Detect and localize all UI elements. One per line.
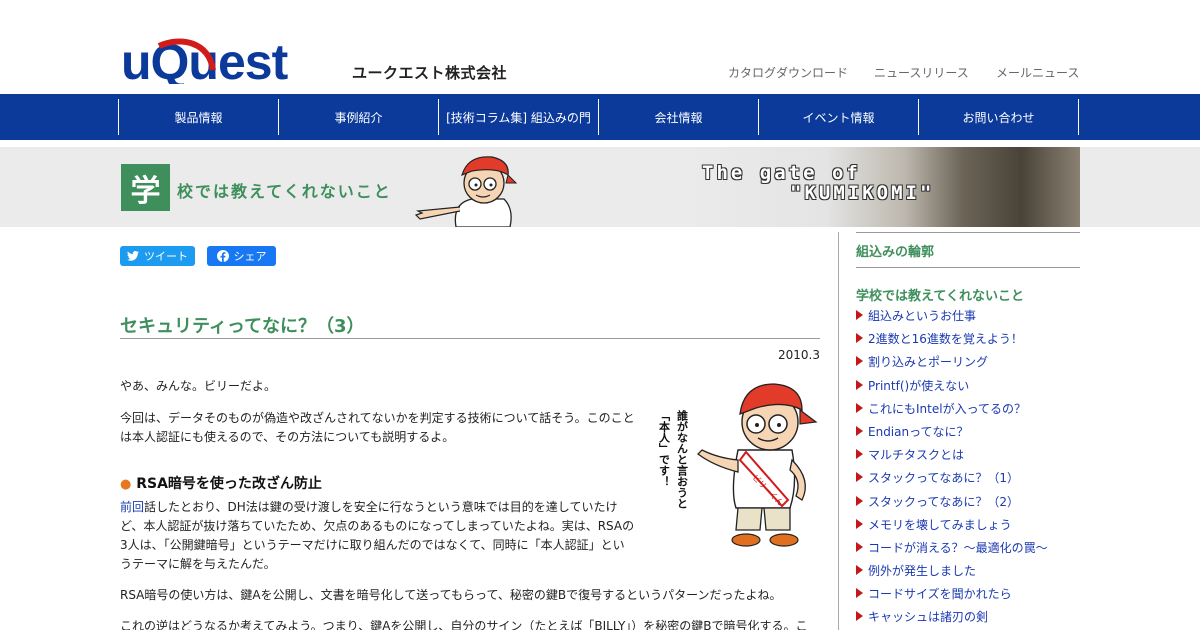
sidebar-item-9[interactable]: スタックってなあに？（2） xyxy=(856,493,1019,509)
sidebar-item-label: これにもIntelが入ってるの？ xyxy=(868,401,1026,416)
paragraph-rsa-line1: 前回話したとおり、DH法は鍵の受け渡しを安全に行なうという意味では目的を達してい… xyxy=(120,498,617,517)
mail-news-link[interactable]: メールニュース xyxy=(996,64,1079,81)
sidebar-item-12[interactable]: 例外が発生しました xyxy=(856,562,976,578)
sidebar-item-label: 2進数と16進数を覚えよう！ xyxy=(868,331,1023,346)
sidebar-heading[interactable]: 組込みの輪郭 xyxy=(856,241,934,260)
nav-case-studies[interactable]: 事例紹介 xyxy=(278,99,438,135)
svg-text:uQuest: uQuest xyxy=(121,34,289,84)
sidebar-item-label: メモリを壊してみましょう xyxy=(868,517,1012,532)
red-triangle-icon xyxy=(856,380,863,390)
char-caption-1: 誰がなんと言おうと xyxy=(676,409,689,509)
paragraph-intro-line1: 今回は、データそのものが偽造や改ざんされてないかを判定する技術について話そう。こ… xyxy=(120,411,635,425)
sidebar-item-10[interactable]: メモリを壊してみましょう xyxy=(856,516,1012,532)
gate-line-1: The gate of xyxy=(702,162,861,184)
nav-divider xyxy=(1078,99,1079,135)
paragraph-intro-line2: は本人認証にも使えるので、その方法についても説明するよ。 xyxy=(120,430,455,444)
sidebar-item-3[interactable]: 割り込みとポーリング xyxy=(856,353,988,369)
facebook-icon xyxy=(216,250,229,262)
red-triangle-icon xyxy=(856,588,863,598)
nav-events[interactable]: イベント情報 xyxy=(758,99,918,135)
section-heading: ● RSA暗号を使った改ざん防止 xyxy=(120,473,322,493)
red-triangle-icon xyxy=(856,449,863,459)
nav-tech-column[interactable]: [技術コラム集] 組込みの門 xyxy=(438,99,598,135)
billy-character-illustration: 誰がなんと言おうと 「本人」です！ ビリーくん xyxy=(658,383,818,547)
red-triangle-icon xyxy=(856,333,863,343)
uquest-logo[interactable]: uQuest xyxy=(121,32,327,84)
orange-bullet-icon: ● xyxy=(120,477,132,492)
red-triangle-icon xyxy=(856,542,863,552)
news-release-link[interactable]: ニュースリリース xyxy=(874,64,969,81)
sidebar-item-label: スタックってなあに？（1） xyxy=(868,470,1020,485)
red-triangle-icon xyxy=(856,472,863,482)
article-date: 2010.3 xyxy=(778,348,820,362)
nav-contact[interactable]: お問い合わせ xyxy=(918,99,1078,135)
red-triangle-icon xyxy=(856,496,863,506)
sidebar-item-label: キャッシュは諸刃の剣 xyxy=(868,609,989,624)
sidebar-item-4[interactable]: Printf()が使えない xyxy=(856,377,969,393)
sidebar-divider xyxy=(838,232,839,630)
facebook-share-button[interactable]: シェア xyxy=(207,246,276,266)
nav-company[interactable]: 会社情報 xyxy=(598,99,758,135)
title-divider xyxy=(120,338,820,339)
tweet-button[interactable]: ツイート xyxy=(120,246,195,266)
red-triangle-icon xyxy=(856,403,863,413)
section-heading-text: RSA暗号を使った改ざん防止 xyxy=(136,476,322,492)
red-triangle-icon xyxy=(856,565,863,575)
sidebar-item-5[interactable]: これにもIntelが入ってるの？ xyxy=(856,400,1026,416)
kumikomi-gate-image: The gate of "KUMIKOMI" xyxy=(690,147,1080,227)
red-triangle-icon xyxy=(856,519,863,529)
sidebar-item-label: 組込みというお仕事 xyxy=(868,308,977,323)
gate-line-2: "KUMIKOMI" xyxy=(790,182,935,204)
billy-pointing-illustration xyxy=(414,156,517,227)
section-banner: 学 校では教えてくれないこと The gate of "KUMIKOMI" xyxy=(0,147,1200,227)
red-triangle-icon xyxy=(856,356,863,366)
global-nav: 製品情報 事例紹介 [技術コラム集] 組込みの門 会社情報 イベント情報 お問い… xyxy=(0,94,1200,140)
sidebar-subheading[interactable]: 学校では教えてくれないこと xyxy=(856,285,1024,304)
sidebar-item-1[interactable]: 組込みというお仕事 xyxy=(856,307,976,323)
banner-title: 校では教えてくれないこと xyxy=(177,182,392,201)
sidebar-rule-top xyxy=(856,232,1080,233)
sidebar-item-label: コードサイズを聞かれたら xyxy=(868,586,1012,601)
share-label: シェア xyxy=(233,250,267,263)
red-triangle-icon xyxy=(856,426,863,436)
sidebar-item-6[interactable]: Endianってなに？ xyxy=(856,423,969,439)
sidebar-item-2[interactable]: 2進数と16進数を覚えよう！ xyxy=(856,330,1023,346)
sidebar-rule-bottom xyxy=(856,267,1080,268)
banner-square: 学 xyxy=(121,164,170,211)
paragraph-rsa-usage: RSA暗号の使い方は、鍵Aを公開し、文書を暗号化して送ってもらって、秘密の鍵Bで… xyxy=(120,588,782,602)
paragraph-rsa-line2: ど、本人認証が抜け落ちていたため、欠点のあるものになってしまっていたよね。実は、… xyxy=(120,519,635,533)
article-title: セキュリティってなに？（3） xyxy=(120,316,365,337)
sidebar-item-label: マルチタスクとは xyxy=(868,447,965,462)
paragraph-reverse: これの逆はどうなるか考えてみよう。つまり、鍵Aを公開し、自分のサイン（たとえば「… xyxy=(120,619,808,630)
sidebar-item-label: コードが消える？～最適化の罠～ xyxy=(868,540,1048,555)
sidebar-item-11[interactable]: コードが消える？～最適化の罠～ xyxy=(856,539,1048,555)
red-triangle-icon xyxy=(856,611,863,621)
sidebar-item-14[interactable]: キャッシュは諸刃の剣 xyxy=(856,608,988,624)
nav-products[interactable]: 製品情報 xyxy=(118,99,278,135)
sidebar-item-7[interactable]: マルチタスクとは xyxy=(856,446,964,462)
paragraph-rsa-line1-text: 話したとおり、DH法は鍵の受け渡しを安全に行なうという意味では目的を達していたけ xyxy=(144,500,618,514)
sidebar-item-13[interactable]: コードサイズを聞かれたら xyxy=(856,585,1012,601)
sidebar-item-8[interactable]: スタックってなあに？（1） xyxy=(856,469,1019,485)
sidebar-item-label: Endianってなに？ xyxy=(868,424,969,439)
paragraph-greeting: やあ、みんな。ビリーだよ。 xyxy=(120,379,277,393)
company-name: ユークエスト株式会社 xyxy=(352,64,508,82)
sidebar-item-label: Printf()が使えない xyxy=(868,378,970,393)
sidebar-item-label: 例外が発生しました xyxy=(868,563,977,578)
sidebar-item-label: 割り込みとポーリング xyxy=(868,354,989,369)
previous-article-link[interactable]: 前回 xyxy=(120,500,144,514)
paragraph-rsa-line4: うテーマに解を与えたんだ。 xyxy=(120,557,276,571)
sidebar-item-label: スタックってなあに？（2） xyxy=(868,494,1020,509)
paragraph-rsa-line3: 3人は、「公開鍵暗号」というテーマだけに取り組んだのではなくて、同時に「本人認証… xyxy=(120,538,625,552)
twitter-bird-icon xyxy=(127,251,139,261)
catalog-download-link[interactable]: カタログダウンロード xyxy=(728,64,848,81)
red-triangle-icon xyxy=(856,310,863,320)
char-caption-2: 「本人」です！ xyxy=(658,410,671,487)
tweet-label: ツイート xyxy=(144,250,188,263)
